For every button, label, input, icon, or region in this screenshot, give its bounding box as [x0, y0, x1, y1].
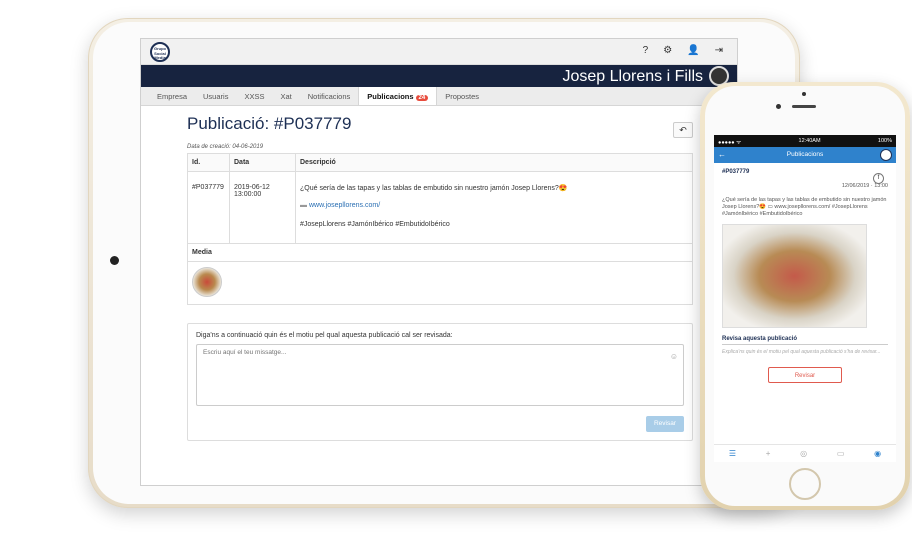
profile-logo-icon[interactable]: ◉ — [874, 449, 881, 458]
back-button[interactable]: ↶ — [673, 122, 693, 138]
media-header-row: Media — [187, 243, 693, 262]
phone-header-title: Publicacions — [786, 151, 824, 158]
description-link[interactable]: www.josepllorens.com/ — [309, 202, 380, 209]
publication-table: Id. Data Descripció #P037779 2019-06-12 … — [187, 153, 693, 305]
list-icon[interactable]: ☰ — [729, 449, 736, 458]
top-bar: Grupo Social Media ? ⚙ 👤 ⇥ — [141, 39, 737, 65]
phone-camera — [776, 104, 781, 109]
app-logo[interactable]: Grupo Social Media — [150, 42, 170, 62]
signal-icon: ●●●●● ᯤ — [718, 140, 742, 146]
tab-publicacions-label: Publicacions — [367, 92, 414, 101]
phone-sensor — [802, 92, 806, 96]
tab-propostes[interactable]: Propostes — [437, 87, 487, 105]
tab-xxss[interactable]: XXSS — [236, 87, 272, 105]
phone-app-logo — [880, 149, 892, 161]
top-icons: ? ⚙ 👤 ⇥ — [643, 45, 723, 56]
table-header-row: Id. Data Descripció — [187, 153, 693, 172]
camera-icon[interactable]: ◎ — [800, 449, 807, 458]
phone-home-button[interactable] — [789, 468, 821, 500]
cell-id: #P037779 — [187, 171, 230, 244]
description-text: ¿Qué sería de las tapas y las tablas de … — [300, 185, 568, 192]
column-header-id: Id. — [187, 153, 230, 172]
cell-date: 2019-06-12 13:00:00 — [229, 171, 296, 244]
emoji-icon[interactable]: ☺ — [670, 352, 678, 361]
user-icon[interactable]: 👤 — [687, 45, 699, 56]
phone-header: ← Publicacions — [714, 147, 896, 163]
cell-description: ¿Qué sería de las tapas y las tablas de … — [295, 171, 693, 244]
nav-tabs: Empresa Usuaris XXSS Xat Notificacions P… — [141, 87, 737, 106]
creation-date: Data de creació: 04-06-2019 — [187, 144, 264, 150]
phone-tab-bar: ☰ + ◎ ▭ ◉ — [714, 444, 896, 462]
media-row — [187, 261, 693, 305]
phone-review-title: Revisa aquesta publicació — [722, 336, 888, 345]
phone-screen: ●●●●● ᯤ 12:40AM 100% ← Publicacions #P03… — [714, 135, 896, 462]
phone-revisar-button[interactable]: Revisar — [768, 367, 842, 383]
tab-xat[interactable]: Xat — [272, 87, 299, 105]
tab-publicacions[interactable]: Publicacions 24 — [358, 87, 438, 105]
facebook-icon: f — [873, 173, 884, 184]
review-panel: Diga'ns a continuació quin és el motiu p… — [187, 323, 693, 441]
column-header-description: Descripció — [295, 153, 693, 172]
tablet-screen: Grupo Social Media ? ⚙ 👤 ⇥ Josep Llorens… — [140, 38, 738, 486]
phone-publication-description: ¿Qué sería de las tapas y las tablas de … — [722, 197, 887, 217]
back-arrow-icon[interactable]: ← — [718, 147, 726, 163]
tab-empresa[interactable]: Empresa — [149, 87, 195, 105]
chat-icon[interactable]: ▭ — [837, 449, 845, 458]
title-row: Publicació: #P037779 ↶ — [187, 114, 693, 138]
battery-status: 100% — [877, 138, 892, 144]
company-bar: Josep Llorens i Fills — [141, 65, 737, 87]
phone-body: #P037779 f 12/06/2019 · 13:00 ¿Qué sería… — [714, 163, 896, 389]
tab-usuaris[interactable]: Usuaris — [195, 87, 236, 105]
phone-status-bar: ●●●●● ᯤ 12:40AM 100% — [714, 135, 896, 147]
review-message-input[interactable] — [196, 344, 684, 406]
phone-speaker — [792, 105, 816, 108]
main-content: Publicació: #P037779 ↶ Data de creació: … — [187, 107, 693, 441]
page-title: Publicació: #P037779 — [187, 114, 352, 133]
description-hashtags: #JosepLlorens #JamónIbérico #EmbutidoIbé… — [300, 221, 450, 228]
review-label: Diga'ns a continuació quin és el motiu p… — [196, 332, 453, 339]
gear-icon[interactable]: ⚙ — [663, 45, 672, 56]
media-cell — [187, 261, 693, 305]
media-header: Media — [187, 243, 693, 262]
publication-image — [722, 224, 867, 328]
phone-review-input[interactable]: Explica’ns quin és el motiu pel qual aqu… — [722, 349, 888, 355]
tab-notificacions[interactable]: Notificacions — [300, 87, 359, 105]
company-name: Josep Llorens i Fills — [562, 68, 704, 85]
phone-time: 12:40AM — [798, 138, 821, 144]
logout-icon[interactable]: ⇥ — [715, 45, 723, 56]
publicacions-count-badge: 24 — [415, 95, 429, 101]
add-icon[interactable]: + — [766, 449, 771, 458]
phone-publication-id: #P037779 — [722, 169, 750, 175]
media-thumbnail[interactable] — [192, 267, 222, 297]
revisar-button[interactable]: Revisar — [646, 416, 684, 432]
description-link-row: ▬ www.josepllorens.com/ — [300, 202, 688, 209]
help-icon[interactable]: ? — [643, 45, 649, 56]
phone-publication-date: 12/06/2019 · 13:00 — [841, 183, 888, 189]
link-icon: ▬ — [300, 202, 309, 209]
phone-frame: ●●●●● ᯤ 12:40AM 100% ← Publicacions #P03… — [700, 82, 910, 510]
tablet-camera — [110, 256, 119, 265]
column-header-date: Data — [229, 153, 296, 172]
table-row: #P037779 2019-06-12 13:00:00 ¿Qué sería … — [187, 171, 693, 244]
